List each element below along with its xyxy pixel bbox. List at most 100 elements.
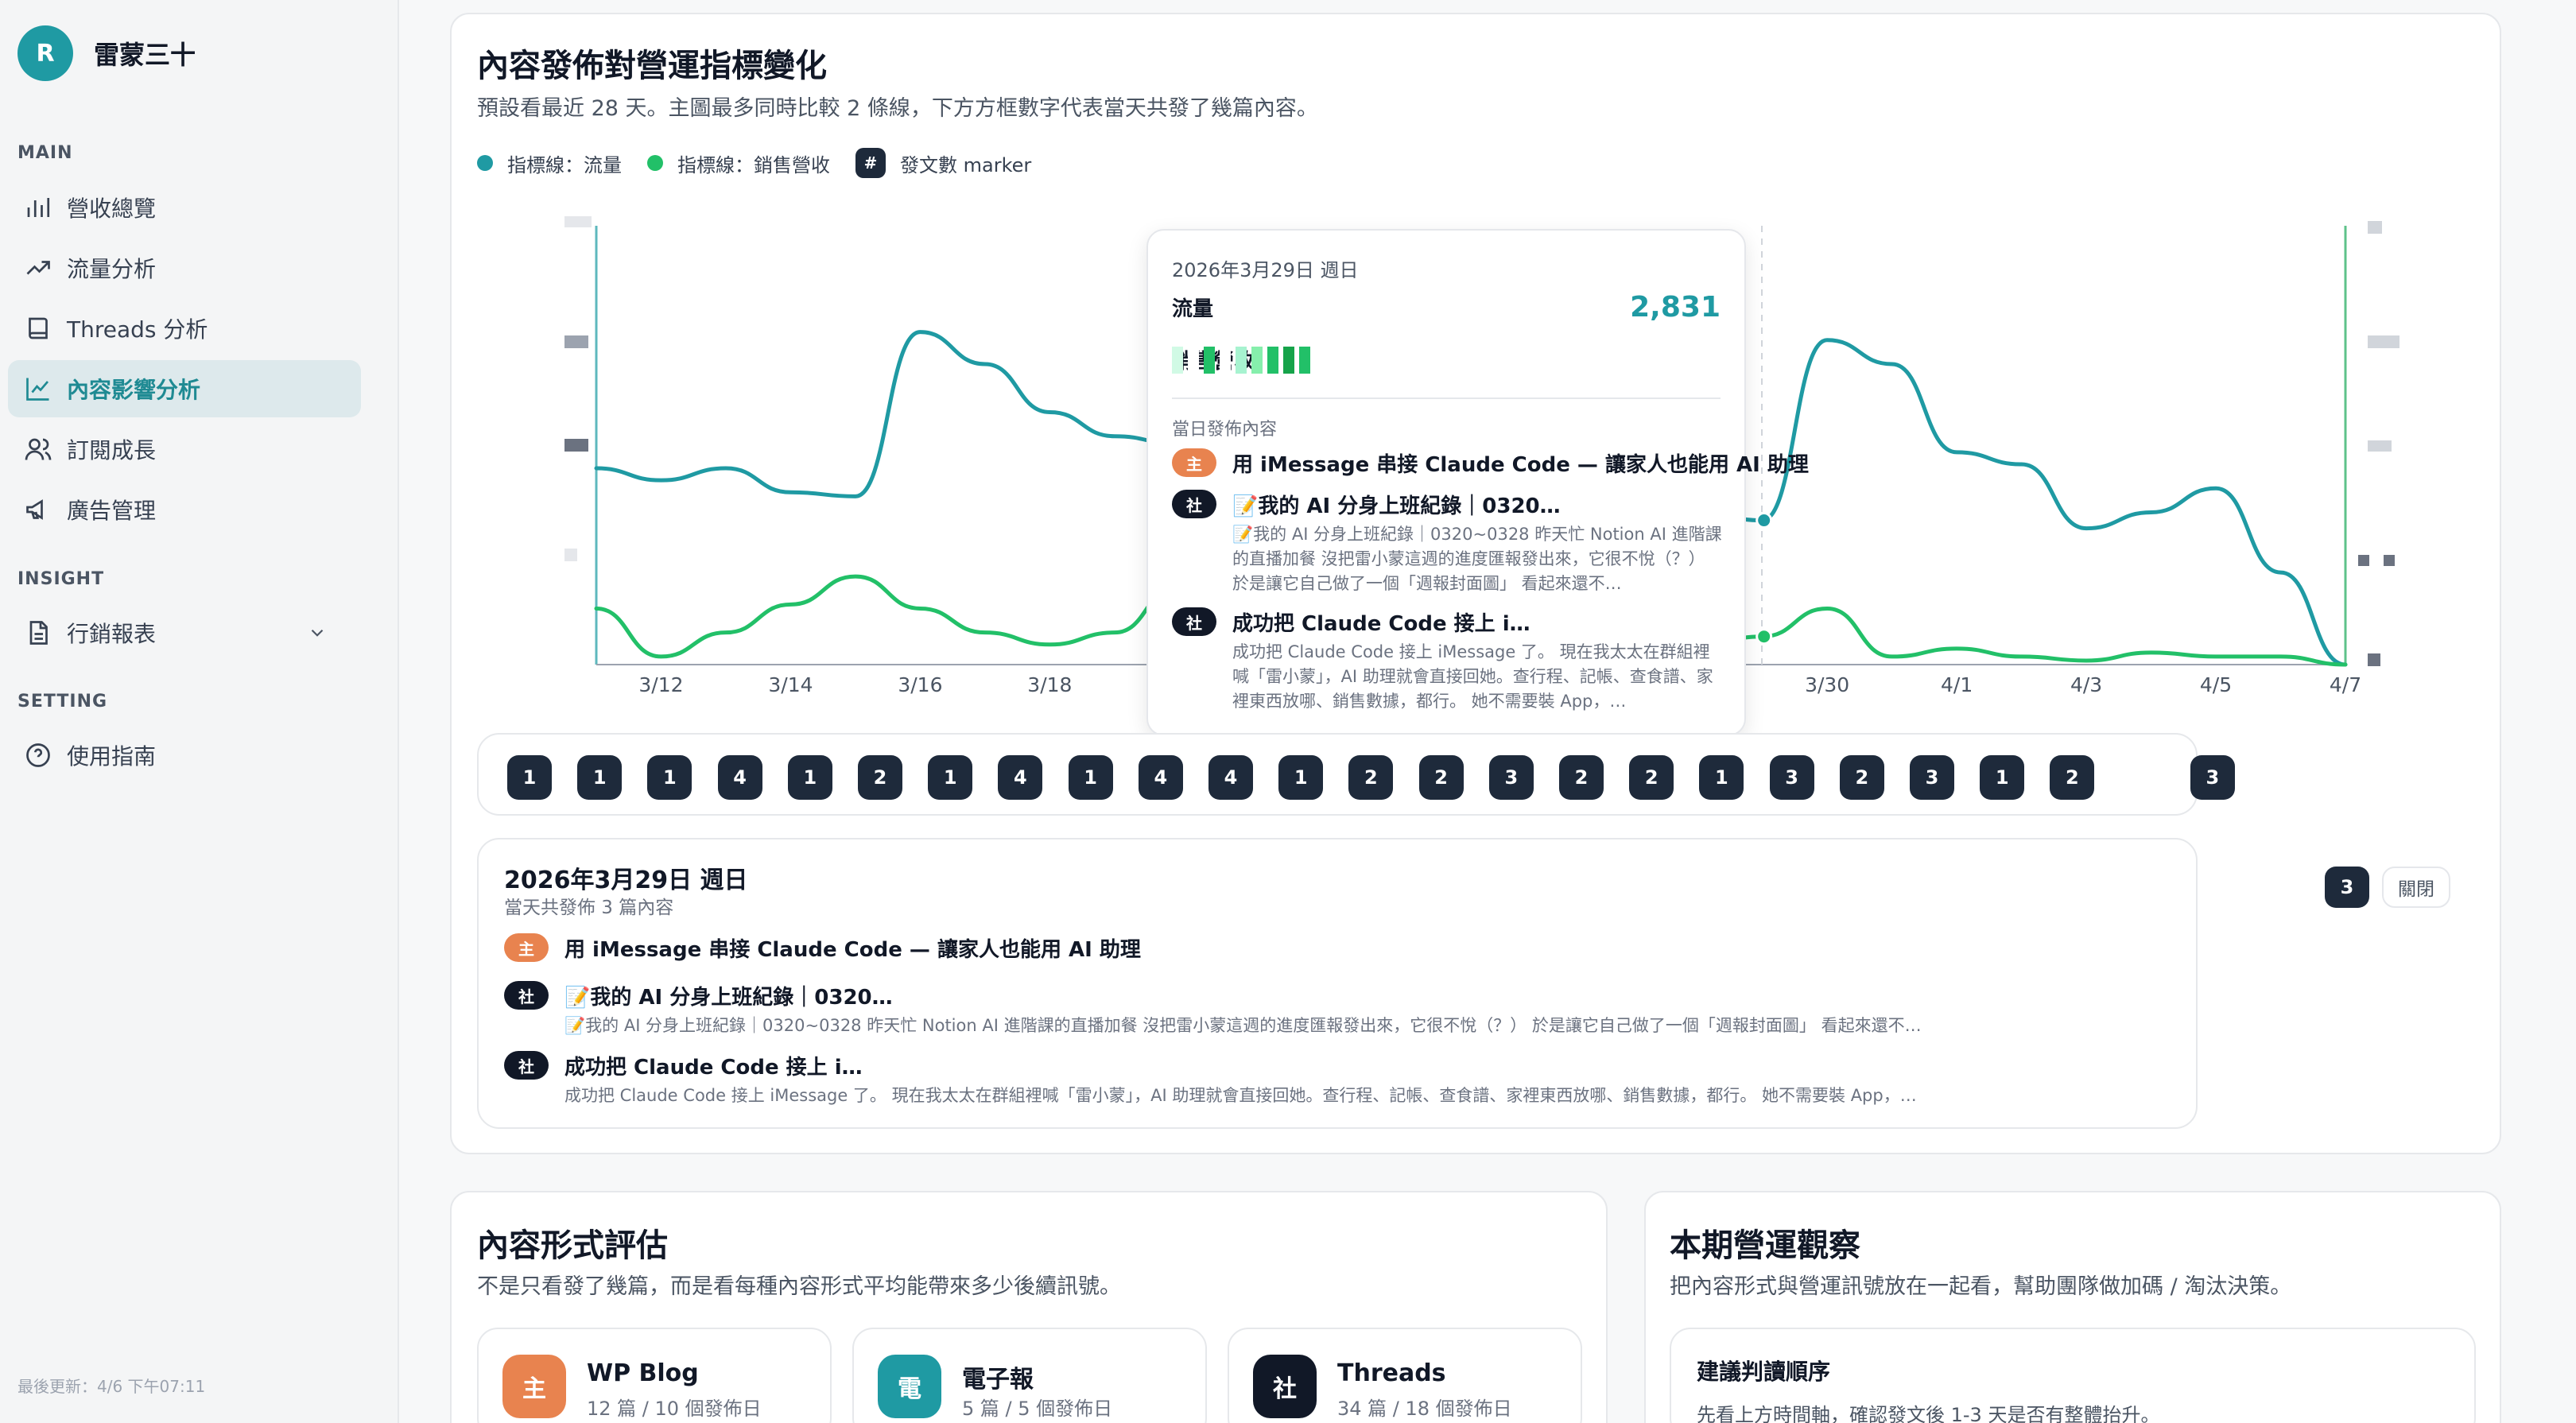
post-description: 📝我的 AI 分身上班紀錄｜0320~0328 昨天忙 Notion AI 進階… — [564, 1016, 1922, 1035]
post-count-marker[interactable]: 2 — [1629, 755, 1674, 800]
format-card-newsletter[interactable]: 電 電子報 5 篇 / 5 個發佈日 — [852, 1328, 1207, 1423]
legend-dot — [647, 155, 663, 171]
suggestion-text: 先看上方時間軸，確認發文後 1-3 天是否有整體抬升。 — [1697, 1404, 2160, 1423]
tooltip-post[interactable]: 主 用 iMessage 串接 Claude Code — 讓家人也能用 AI … — [1172, 448, 1809, 478]
detail-post[interactable]: 社 成功把 Claude Code 接上 i… 成功把 Claude Code … — [504, 1051, 1917, 1108]
sidebar-item-ads[interactable]: 廣告管理 — [8, 481, 361, 538]
post-count-marker[interactable]: 4 — [1208, 755, 1253, 800]
post-count-marker[interactable]: 2 — [1418, 755, 1464, 800]
y-tick-redacted — [2368, 221, 2382, 234]
y-axis-right — [2358, 221, 2399, 666]
post-count-marker[interactable]: 4 — [1138, 755, 1183, 800]
sidebar-item-content-impact[interactable]: 內容影響分析 — [8, 360, 361, 417]
chart-tooltip: 2026年3月29日 週日 流量 2,831 銷售營收 當日發佈內容 主 用 i… — [1146, 229, 1809, 736]
hover-point-0 — [1755, 512, 1773, 529]
sidebar-item-label: 營收總覽 — [67, 196, 157, 222]
post-count-marker[interactable]: 3 — [2190, 755, 2235, 800]
post-title: 成功把 Claude Code 接上 i… — [1232, 612, 1530, 636]
format-icon: 社 — [1253, 1355, 1317, 1418]
detail-post[interactable]: 主 用 iMessage 串接 Claude Code — 讓家人也能用 AI … — [504, 933, 1141, 963]
detail-date: 2026年3月29日 週日 — [504, 867, 748, 894]
page-title: 內容發佈對營運指標變化 — [477, 48, 827, 84]
post-count-marker[interactable]: 1 — [1278, 755, 1324, 800]
legend-label: 指標線：銷售營收 — [677, 153, 830, 176]
y-tick-redacted — [564, 216, 592, 227]
legend-label: 發文數 marker — [900, 153, 1032, 176]
sidebar-item-label: 行銷報表 — [67, 621, 157, 647]
post-count-marker[interactable]: 1 — [1980, 755, 2025, 800]
brand-name: 雷蒙三十 — [94, 40, 196, 70]
sidebar-item-marketing-report[interactable]: 行銷報表 — [8, 604, 361, 661]
post-count-marker[interactable]: 1 — [1699, 755, 1744, 800]
sidebar-item-traffic[interactable]: 流量分析 — [8, 239, 361, 297]
hover-point-1 — [1755, 628, 1773, 646]
post-count-marker[interactable]: 1 — [787, 755, 832, 800]
last-update: 最後更新：4/6 下午07:11 — [17, 1377, 206, 1396]
post-count-marker[interactable]: 1 — [647, 755, 692, 800]
sidebar-item-subscriptions[interactable]: 訂閱成長 — [8, 421, 361, 478]
post-count-marker[interactable]: 3 — [1910, 755, 1954, 800]
post-description: 📝我的 AI 分身上班紀錄｜0320~0328 昨天忙 Notion AI 進階… — [1232, 525, 1722, 593]
post-count-marker[interactable]: 4 — [717, 755, 762, 800]
y-tick-redacted — [2368, 335, 2399, 348]
detail-post[interactable]: 社 📝我的 AI 分身上班紀錄｜0320… 📝我的 AI 分身上班紀錄｜0320… — [504, 981, 1922, 1038]
day-detail-panel: 2026年3月29日 週日 當天共發佈 3 篇內容 3 關閉 主 用 iMess… — [477, 838, 2450, 1129]
x-tick-label: 3/18 — [1027, 673, 1072, 696]
y-tick-redacted — [564, 335, 588, 348]
post-count-marker[interactable]: 1 — [1068, 755, 1113, 800]
y-tick-redacted — [564, 439, 588, 452]
legend-item-traffic[interactable]: 指標線：流量 — [477, 149, 622, 177]
post-count-markers: 111412141441223221323123 — [477, 733, 2235, 816]
x-tick-label: 4/1 — [1941, 673, 1973, 696]
format-icon: 主 — [502, 1355, 566, 1418]
tooltip-post[interactable]: 社 📝我的 AI 分身上班紀錄｜0320… 📝我的 AI 分身上班紀錄｜0320… — [1172, 490, 1728, 596]
post-count-marker[interactable]: 4 — [998, 755, 1043, 800]
y-tick-redacted — [2384, 555, 2395, 566]
sidebar-item-guide[interactable]: 使用指南 — [8, 727, 361, 784]
post-count-marker[interactable]: 2 — [2050, 755, 2095, 800]
post-count-marker[interactable]: 1 — [928, 755, 973, 800]
post-count-marker[interactable]: 1 — [577, 755, 623, 800]
section-title-insight: INSIGHT — [17, 569, 105, 589]
brand[interactable]: R 雷蒙三十 — [17, 25, 196, 81]
post-count-marker[interactable]: 2 — [1839, 755, 1884, 800]
line-chart-icon — [26, 378, 49, 401]
post-title: 📝我的 AI 分身上班紀錄｜0320… — [564, 986, 893, 1010]
format-card-threads[interactable]: 社 Threads 34 篇 / 18 個發佈日 — [1228, 1328, 1582, 1423]
post-description: 成功把 Claude Code 接上 iMessage 了。 現在我太太在群組裡… — [1232, 642, 1713, 711]
y-tick-redacted — [2358, 555, 2369, 566]
post-type-badge: 社 — [504, 1051, 549, 1080]
post-title: 用 iMessage 串接 Claude Code — 讓家人也能用 AI 助理 — [1232, 453, 1809, 477]
document-icon — [29, 621, 48, 645]
x-tick-label: 4/3 — [2070, 673, 2102, 696]
chevron-down-icon[interactable] — [307, 622, 328, 643]
post-type-badge: 社 — [504, 981, 549, 1010]
format-card-wp-blog[interactable]: 主 WP Blog 12 篇 / 10 個發佈日 — [477, 1328, 832, 1423]
post-count-marker[interactable]: 3 — [1488, 755, 1534, 800]
page-subtitle: 預設看最近 28 天。主圖最多同時比較 2 條線，下方方框數字代表當天共發了幾篇… — [477, 96, 1318, 121]
legend-item-marker[interactable]: # 發文數 marker — [855, 148, 1031, 178]
post-type-badge: 主 — [504, 933, 549, 962]
close-button[interactable]: 關閉 — [2382, 867, 2450, 908]
post-count-marker[interactable]: 2 — [1348, 755, 1394, 800]
post-count-marker[interactable]: 3 — [1769, 755, 1814, 800]
sidebar-item-threads[interactable]: Threads 分析 — [8, 300, 361, 357]
section-title-main: MAIN — [17, 143, 73, 163]
format-eval-subtitle: 不是只看發了幾篇，而是看每種內容形式平均能帶來多少後續訊號。 — [477, 1274, 1121, 1299]
insight-title: 本期營運觀察 — [1670, 1227, 1860, 1264]
legend-item-revenue[interactable]: 指標線：銷售營收 — [647, 149, 830, 177]
post-count-marker[interactable]: 2 — [858, 755, 902, 800]
sidebar-item-revenue[interactable]: 營收總覽 — [8, 179, 361, 236]
detail-subtitle: 當天共發佈 3 篇內容 — [504, 898, 674, 918]
post-count-marker[interactable]: 2 — [1559, 755, 1604, 800]
tooltip-post[interactable]: 社 成功把 Claude Code 接上 i… 成功把 Claude Code … — [1172, 607, 1728, 714]
tooltip-divider — [1172, 397, 1721, 399]
post-count-marker[interactable]: 1 — [507, 755, 552, 800]
sidebar-item-label: 內容影響分析 — [67, 377, 201, 403]
format-name: WP Blog — [587, 1359, 699, 1387]
sidebar-item-label: 廣告管理 — [67, 498, 157, 524]
format-name: 電子報 — [962, 1366, 1034, 1394]
post-description: 成功把 Claude Code 接上 iMessage 了。 現在我太太在群組裡… — [564, 1086, 1917, 1105]
detail-count-badge: 3 — [2325, 867, 2369, 908]
x-tick-label: 3/12 — [638, 673, 683, 696]
